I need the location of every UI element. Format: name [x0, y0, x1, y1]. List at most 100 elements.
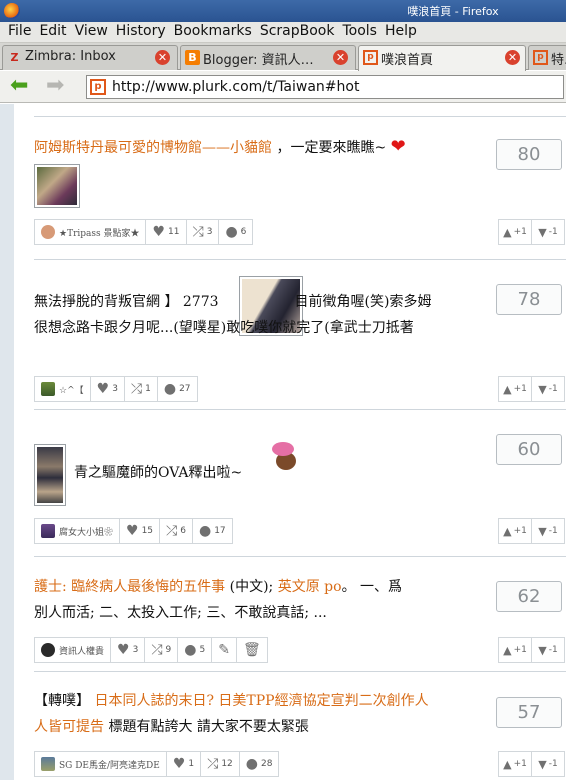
upvote-label: +1 [513, 384, 527, 394]
post-owner[interactable]: SG DE馬金/阿亮達克DE [34, 751, 167, 777]
plurk-post[interactable]: 青之驅魔師的OVA釋出啦~ 60 腐女大小姐❀ ♥ 15 ⤮ 6 ● 17 ▲ … [34, 426, 565, 554]
responses-button[interactable]: ● 5 [177, 637, 213, 663]
downvote-button[interactable]: ▼ -1 [531, 751, 565, 777]
replurk-count: 6 [180, 526, 186, 536]
response-count-badge[interactable]: 80 [496, 139, 562, 170]
post-link[interactable]: 護士: 臨終病人最後悔的五件事 [34, 579, 225, 595]
responses-button[interactable]: ● 17 [191, 518, 233, 544]
like-button[interactable]: ♥ 3 [89, 376, 125, 402]
responses-count: 5 [199, 645, 206, 655]
post-content[interactable]: 阿姆斯特丹最可愛的博物館——小貓館 ，一定要來瞧瞧~ ❤ [34, 134, 489, 161]
post-link[interactable]: 人皆可提告 [34, 719, 104, 735]
post-content[interactable]: 護士: 臨終病人最後悔的五件事 (中文); 英文原 po。 一、爲 別人而活; … [34, 574, 489, 626]
shuffle-icon: ⤮ [166, 523, 178, 539]
response-count-badge[interactable]: 60 [496, 434, 562, 465]
upvote-button[interactable]: ▲ +1 [498, 219, 532, 245]
menu-tools[interactable]: Tools [340, 22, 383, 42]
post-thumbnail-image[interactable] [34, 164, 80, 208]
plurk-post[interactable]: 護士: 臨終病人最後悔的五件事 (中文); 英文原 po。 一、爲 別人而活; … [34, 574, 565, 674]
post-content[interactable]: 【轉噗】 日本同人誌的末日? 日美TPP經濟協定宣判二次創作人 人皆可提告 標題… [34, 688, 489, 740]
menu-history[interactable]: History [114, 22, 172, 42]
plurk-post[interactable]: 阿姆斯特丹最可愛的博物館——小貓館 ，一定要來瞧瞧~ ❤ 80 ★Tripass… [34, 134, 565, 259]
tab-plurk-home[interactable]: p 噗浪首頁 ✕ [358, 45, 526, 71]
responses-button[interactable]: ● 28 [238, 751, 280, 777]
delete-button[interactable]: 🗑 [235, 637, 268, 663]
shuffle-icon: ⤮ [192, 224, 204, 240]
response-count-badge[interactable]: 78 [496, 284, 562, 315]
menu-bar: File Edit View History Bookmarks ScrapBo… [0, 22, 566, 43]
upvote-button[interactable]: ▲ +1 [498, 518, 532, 544]
tab-blogger[interactable]: B Blogger: 資訊人… ✕ [180, 45, 356, 70]
menu-help[interactable]: Help [383, 22, 423, 42]
avatar [41, 757, 55, 771]
replurk-button[interactable]: ⤮ 6 [159, 518, 193, 544]
tab-label: Blogger: 資訊人… [203, 53, 314, 68]
divider [34, 116, 566, 117]
vote-buttons: ▲ +1 ▼ -1 [498, 751, 565, 777]
menu-edit[interactable]: Edit [37, 22, 72, 42]
plurk-post[interactable]: 無法掙脫的背叛官網 】 2773 目前徵角喔(笑)索多姆 很想念路卡跟夕月呢...… [34, 276, 565, 406]
like-count: 3 [132, 645, 139, 655]
replurk-button[interactable]: ⤮ 1 [123, 376, 158, 402]
close-tab-icon[interactable]: ✕ [505, 50, 520, 65]
vote-buttons: ▲ +1 ▼ -1 [498, 376, 565, 402]
menu-view[interactable]: View [73, 22, 114, 42]
downvote-button[interactable]: ▼ -1 [531, 518, 565, 544]
post-owner[interactable]: 腐女大小姐❀ [34, 518, 121, 544]
plurk-post[interactable]: 【轉噗】 日本同人誌的末日? 日美TPP經濟協定宣判二次創作人 人皆可提告 標題… [34, 688, 565, 780]
like-button[interactable]: ♥ 3 [110, 637, 146, 663]
downvote-button[interactable]: ▼ -1 [531, 376, 565, 402]
speech-bubble-icon: ● [225, 224, 238, 240]
upvote-button[interactable]: ▲ +1 [498, 376, 532, 402]
site-identity-icon[interactable]: p [90, 79, 106, 95]
replurk-button[interactable]: ⤮ 12 [200, 751, 240, 777]
post-thumbnail-image[interactable] [34, 444, 66, 506]
replurk-button[interactable]: ⤮ 3 [185, 219, 220, 245]
close-tab-icon[interactable]: ✕ [333, 50, 348, 65]
window-titlebar: 噗浪首頁 - Firefox [0, 0, 566, 22]
triangle-up-icon: ▲ [503, 382, 512, 396]
post-content[interactable]: 無法掙脫的背叛官網 】 2773 目前徵角喔(笑)索多姆 很想念路卡跟夕月呢...… [34, 289, 489, 341]
post-owner[interactable]: ★Tripass 景點家★ [34, 219, 147, 245]
post-owner[interactable]: 資訊人權貴 [34, 637, 112, 663]
post-owner[interactable]: ☆^【 [34, 376, 91, 402]
post-link[interactable]: 日本同人誌的末日? 日美TPP經濟協定宣判二次創作人 [94, 693, 428, 709]
bear-emoticon-icon [270, 440, 300, 474]
forward-arrow-icon[interactable]: ➡ [46, 75, 64, 97]
upvote-button[interactable]: ▲ +1 [498, 637, 532, 663]
hot-plurks-timeline: 阿姆斯特丹最可愛的博物館——小貓館 ，一定要來瞧瞧~ ❤ 80 ★Tripass… [14, 104, 566, 780]
shuffle-icon: ⤮ [130, 381, 143, 397]
post-text: 別人而活; 二、太投入工作; 三、不敢說真話; ... [34, 605, 327, 621]
trash-icon: 🗑 [242, 642, 261, 658]
back-arrow-icon[interactable]: ⬅ [10, 75, 28, 97]
like-button[interactable]: ♥ 1 [165, 751, 202, 777]
blogger-favicon-icon: B [185, 50, 200, 65]
url-text[interactable]: http://www.plurk.com/t/Taiwan#hot [112, 79, 359, 95]
shuffle-icon: ⤮ [151, 642, 163, 658]
post-link[interactable]: 阿姆斯特丹最可愛的博物館——小貓館 [34, 140, 272, 156]
shuffle-icon: ⤮ [207, 756, 219, 772]
tab-zimbra[interactable]: Z Zimbra: Inbox ✕ [2, 45, 178, 70]
upvote-button[interactable]: ▲ +1 [498, 751, 532, 777]
menu-bookmarks[interactable]: Bookmarks [172, 22, 258, 42]
like-count: 3 [112, 384, 118, 394]
responses-button[interactable]: ● 6 [218, 219, 254, 245]
menu-scrapbook[interactable]: ScrapBook [258, 22, 341, 42]
like-button[interactable]: ♥ 11 [145, 219, 187, 245]
upvote-label: +1 [513, 526, 527, 536]
like-button[interactable]: ♥ 15 [119, 518, 161, 544]
close-tab-icon[interactable]: ✕ [155, 50, 170, 65]
post-content[interactable]: 青之驅魔師的OVA釋出啦~ [74, 460, 294, 486]
responses-button[interactable]: ● 27 [156, 376, 198, 402]
avatar [41, 225, 55, 239]
address-bar[interactable]: p http://www.plurk.com/t/Taiwan#hot [86, 75, 564, 99]
tab-plurk-other[interactable]: p 特… [528, 45, 566, 70]
menu-file[interactable]: File [6, 22, 37, 42]
downvote-button[interactable]: ▼ -1 [531, 219, 565, 245]
downvote-button[interactable]: ▼ -1 [531, 637, 565, 663]
replurk-button[interactable]: ⤮ 9 [144, 637, 179, 663]
response-count-badge[interactable]: 57 [496, 697, 562, 728]
response-count-badge[interactable]: 62 [496, 581, 562, 612]
post-link[interactable]: 英文原 po [278, 579, 342, 595]
edit-button[interactable]: ✎ [211, 637, 237, 663]
